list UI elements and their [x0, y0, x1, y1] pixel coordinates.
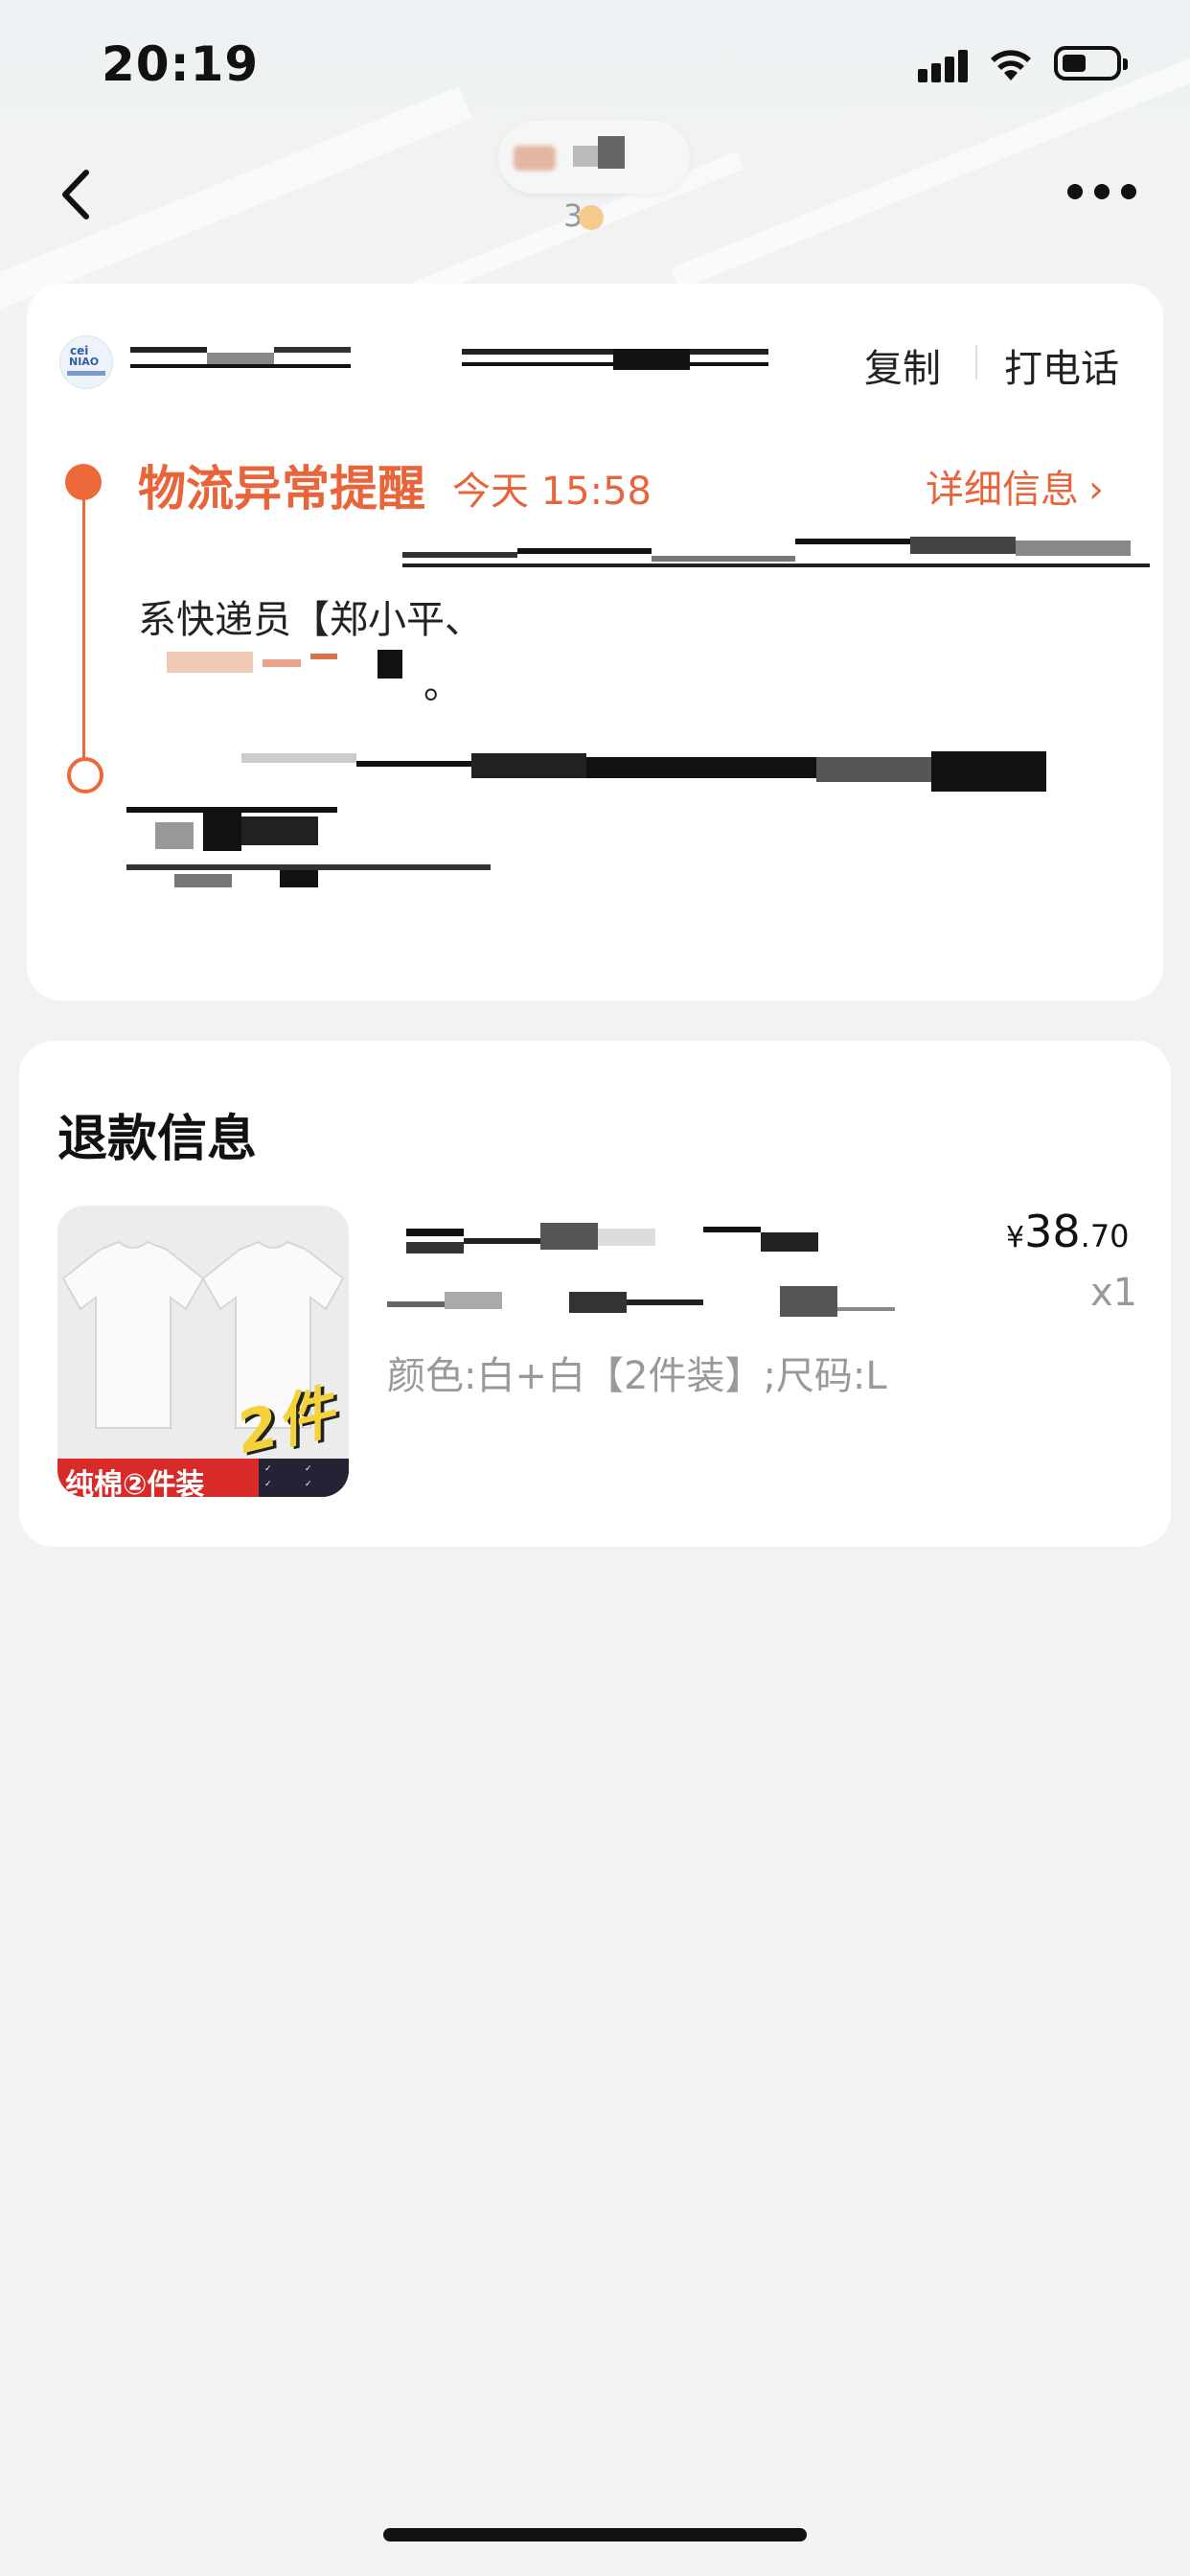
product-price: ¥38.70 — [1006, 1206, 1130, 1257]
product-banner: 纯棉②件装 ✓ ✓ ✓ ✓ — [57, 1459, 349, 1497]
logistics-alert-title: 物流异常提醒 — [138, 461, 425, 517]
chevron-right-icon: › — [1088, 468, 1104, 512]
timeline-line — [82, 479, 85, 776]
timeline-dot-current — [65, 464, 102, 500]
carrier-logo: cei NIAO — [59, 335, 113, 389]
detail-info-label: 详细信息 — [926, 468, 1079, 512]
refund-info-card: 退款信息 2件 纯棉②件装 ✓ ✓ ✓ ✓ ¥38.70 x1 颜色:白+白【2件装】… — [19, 1041, 1171, 1547]
product-spec: 颜色:白+白【2件装】;尺码:L — [387, 1354, 887, 1398]
status-time: 20:19 — [102, 36, 260, 92]
previous-event-redacted — [126, 749, 1133, 903]
detail-info-link[interactable]: 详细信息 › — [926, 458, 1104, 514]
courier-phone-redacted — [167, 646, 406, 680]
tshirt-image — [61, 1240, 205, 1429]
cellular-signal-icon — [918, 48, 968, 82]
refund-section-title: 退款信息 — [57, 1111, 258, 1168]
timeline-dot-previous — [67, 757, 103, 794]
product-title-redacted[interactable] — [387, 1215, 943, 1330]
courier-text: 系快递员【郑小平、 — [138, 598, 483, 642]
header-subtitle: 3 — [563, 197, 605, 234]
alert-message-redacted — [402, 535, 1159, 573]
action-divider — [975, 345, 977, 380]
more-dots-icon[interactable] — [1067, 182, 1136, 201]
shop-avatar-pill[interactable] — [498, 121, 690, 194]
wifi-icon — [991, 50, 1031, 80]
message-end: 。 — [423, 663, 462, 707]
product-quantity: x1 — [1090, 1271, 1138, 1315]
logistics-card: cei NIAO 复制 打电话 物流异常提醒 今天 15:58 详细信息 › 系快递… — [27, 284, 1163, 1000]
logistics-alert-time: 今天 15:58 — [452, 470, 652, 514]
battery-icon — [1054, 46, 1128, 80]
home-indicator[interactable] — [383, 2528, 807, 2542]
product-image[interactable]: 2件 纯棉②件装 ✓ ✓ ✓ ✓ — [57, 1206, 349, 1497]
tracking-number-redacted — [130, 343, 772, 378]
copy-button[interactable]: 复制 — [864, 337, 941, 393]
call-button[interactable]: 打电话 — [1004, 337, 1119, 393]
back-button[interactable] — [52, 161, 105, 228]
